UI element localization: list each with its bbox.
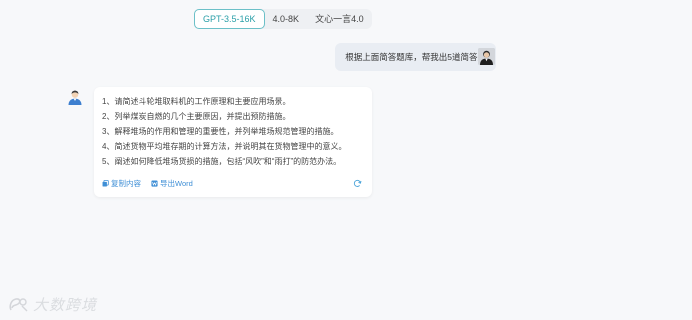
question-item: 1、请简述斗轮堆取料机的工作原理和主要应用场景。	[102, 97, 291, 106]
watermark: 大数跨境	[8, 294, 97, 315]
user-message-bubble: 根据上面简答题库，帮我出5道简答题	[335, 43, 496, 71]
copy-content-button[interactable]: 复制内容	[102, 178, 141, 189]
refresh-icon[interactable]	[353, 179, 362, 188]
export-word-label: 导出Word	[160, 179, 193, 188]
assistant-message-card: 1、请简述斗轮堆取料机的工作原理和主要应用场景。 2、列举煤炭自燃的几个主要原因…	[94, 87, 372, 197]
user-avatar	[478, 48, 495, 65]
copy-icon	[102, 180, 109, 187]
question-item: 5、阐述如何降低堆场货损的措施，包括“风吹”和“雨打”的防范办法。	[102, 157, 342, 166]
question-list: 1、请简述斗轮堆取料机的工作原理和主要应用场景。 2、列举煤炭自燃的几个主要原因…	[102, 94, 372, 169]
tab-gpt-3-5-16k[interactable]: GPT-3.5-16K	[194, 9, 265, 29]
export-word-button[interactable]: 导出Word	[151, 178, 193, 189]
assistant-avatar	[67, 89, 83, 105]
watermark-text: 大数跨境	[33, 297, 98, 314]
word-file-icon	[151, 180, 158, 187]
user-message-row: 根据上面简答题库，帮我出5道简答题	[335, 43, 496, 71]
question-item: 2、列举煤炭自燃的几个主要原因，并提出预防措施。	[102, 112, 291, 121]
model-switcher: GPT-3.5-16K 4.0-8K 文心一言4.0	[194, 9, 372, 29]
assistant-avatar-icon	[68, 90, 82, 105]
copy-content-label: 复制内容	[111, 179, 141, 188]
user-avatar-icon	[478, 48, 495, 65]
tab-gpt-4-0-8k[interactable]: 4.0-8K	[265, 9, 308, 29]
question-item: 3、解释堆场的作用和管理的重要性，并列举堆场规范管理的措施。	[102, 127, 339, 136]
message-actions: 复制内容 导出Word	[102, 178, 364, 189]
tab-wenxin-4-0[interactable]: 文心一言4.0	[307, 9, 372, 29]
watermark-logo-icon	[9, 297, 28, 311]
question-item: 4、简述货物平均堆存期的计算方法，并说明其在货物管理中的意义。	[102, 142, 347, 151]
